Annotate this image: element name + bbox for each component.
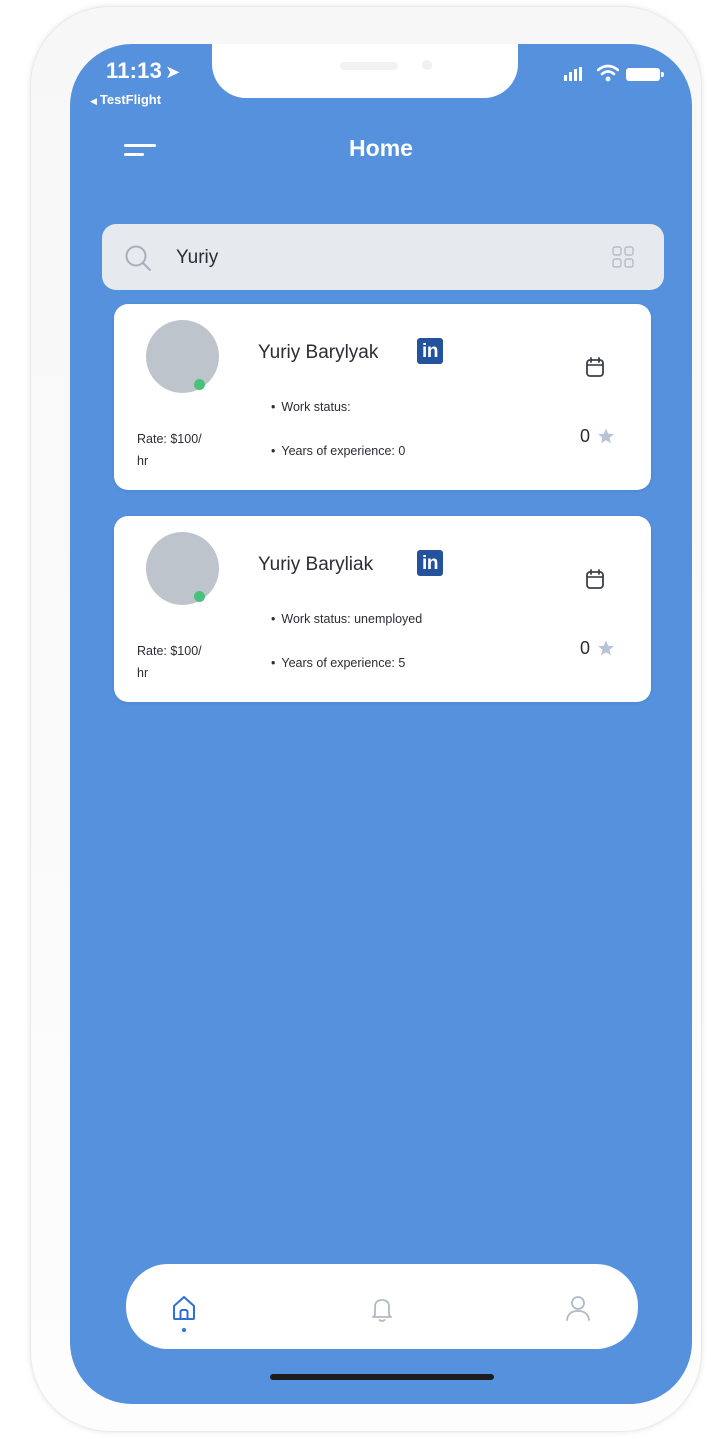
star-icon	[598, 428, 614, 444]
rate-line-1: Rate: $100/	[137, 432, 202, 446]
bottom-tab-bar	[126, 1264, 638, 1349]
battery-icon	[626, 68, 664, 81]
app-screen: 11:13 ➤ ◀ TestFlight Home Yuriy Rate: $1…	[70, 44, 692, 1404]
location-arrow-icon: ➤	[165, 62, 181, 82]
years-of-experience: Years of experience: 0	[271, 444, 405, 458]
work-status: Work status: unemployed	[271, 612, 422, 626]
home-indicator	[270, 1374, 494, 1380]
back-to-app-link[interactable]: ◀ TestFlight	[90, 92, 161, 107]
tab-notifications[interactable]	[362, 1288, 402, 1328]
status-time-text: 11:13	[106, 58, 163, 83]
rating-score: 0	[580, 426, 591, 446]
calendar-icon[interactable]	[586, 569, 604, 589]
avatar	[146, 320, 219, 393]
profile-name: Yuriy Barylyak	[258, 342, 379, 363]
status-icons	[564, 62, 674, 84]
active-tab-indicator	[182, 1328, 186, 1332]
rate-text: Rate: $100/ hr	[137, 640, 233, 684]
linkedin-icon[interactable]: in	[417, 550, 443, 576]
years-of-experience: Years of experience: 5	[271, 656, 405, 670]
wifi-icon	[597, 64, 619, 82]
back-app-label: TestFlight	[99, 92, 162, 107]
tab-home[interactable]	[164, 1288, 204, 1328]
tab-profile[interactable]	[558, 1288, 598, 1328]
notch-camera	[422, 60, 432, 70]
status-time: 11:13 ➤	[106, 58, 180, 84]
rate-text: Rate: $100/ hr	[137, 428, 233, 472]
bell-icon	[372, 1299, 392, 1322]
avatar	[146, 532, 219, 605]
page-title: Home	[349, 135, 413, 161]
profile-card[interactable]: Rate: $100/ hr Yuriy Baryliak in Work st…	[114, 516, 651, 702]
online-status-dot	[194, 379, 205, 390]
linkedin-icon[interactable]: in	[417, 338, 443, 364]
rate-line-2: hr	[137, 454, 149, 468]
search-bar	[102, 224, 664, 290]
search-icon	[125, 245, 151, 271]
user-icon	[566, 1296, 590, 1321]
grid-icon[interactable]	[612, 246, 634, 268]
calendar-icon[interactable]	[586, 357, 604, 377]
rating-score: 0	[580, 638, 591, 658]
rate-line-1: Rate: $100/	[137, 644, 202, 658]
work-status: Work status:	[271, 400, 350, 414]
profile-card[interactable]: Rate: $100/ hr Yuriy Barylyak in Work st…	[114, 304, 651, 490]
star-icon	[598, 640, 614, 656]
back-triangle-icon: ◀	[90, 96, 97, 106]
search-input[interactable]	[174, 240, 598, 276]
signal-icon	[564, 67, 582, 81]
notch-speaker	[340, 62, 398, 70]
home-icon	[173, 1296, 195, 1320]
rate-line-2: hr	[137, 666, 149, 680]
online-status-dot	[194, 591, 205, 602]
profile-name: Yuriy Baryliak	[258, 554, 374, 575]
device-notch	[212, 44, 518, 98]
